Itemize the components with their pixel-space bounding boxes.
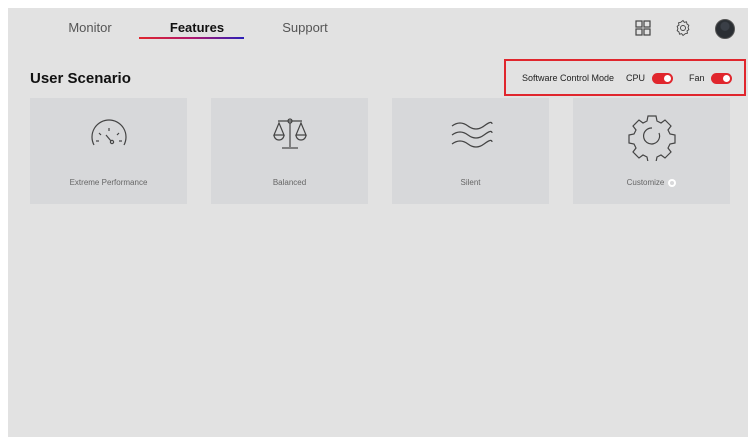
- fan-toggle[interactable]: [711, 73, 732, 84]
- scenario-card-customize[interactable]: Customize: [573, 98, 730, 204]
- card-label: Customize: [626, 178, 665, 187]
- scale-icon: [265, 111, 315, 161]
- tab-features[interactable]: Features: [168, 20, 226, 35]
- app-frame: Monitor Features Support User Scenario S…: [8, 8, 748, 437]
- card-label: Silent: [460, 178, 481, 187]
- gear-icon: [627, 111, 677, 163]
- software-control-mode-label: Software Control Mode: [522, 73, 615, 83]
- card-label: Extreme Performance: [69, 178, 148, 187]
- active-tab-indicator: [139, 37, 244, 39]
- fan-label: Fan: [689, 73, 705, 83]
- scenario-card-extreme-performance[interactable]: Extreme Performance: [30, 98, 187, 204]
- settings-gear-icon[interactable]: [673, 18, 693, 38]
- user-avatar[interactable]: [715, 19, 735, 39]
- waves-icon: [446, 111, 496, 161]
- cpu-toggle[interactable]: [652, 73, 673, 84]
- grid-view-icon[interactable]: [633, 18, 653, 38]
- card-label-row: Customize: [573, 178, 730, 187]
- scenario-card-balanced[interactable]: Balanced: [211, 98, 368, 204]
- settings-mini-icon[interactable]: [668, 178, 677, 187]
- cpu-label: CPU: [626, 73, 646, 83]
- speedometer-icon: [84, 111, 134, 161]
- tab-monitor[interactable]: Monitor: [65, 20, 115, 35]
- card-label: Balanced: [272, 178, 307, 187]
- software-control-mode-panel: Software Control Mode CPU Fan: [504, 59, 746, 96]
- scenario-card-silent[interactable]: Silent: [392, 98, 549, 204]
- tab-support[interactable]: Support: [280, 20, 330, 35]
- section-title: User Scenario: [30, 70, 131, 87]
